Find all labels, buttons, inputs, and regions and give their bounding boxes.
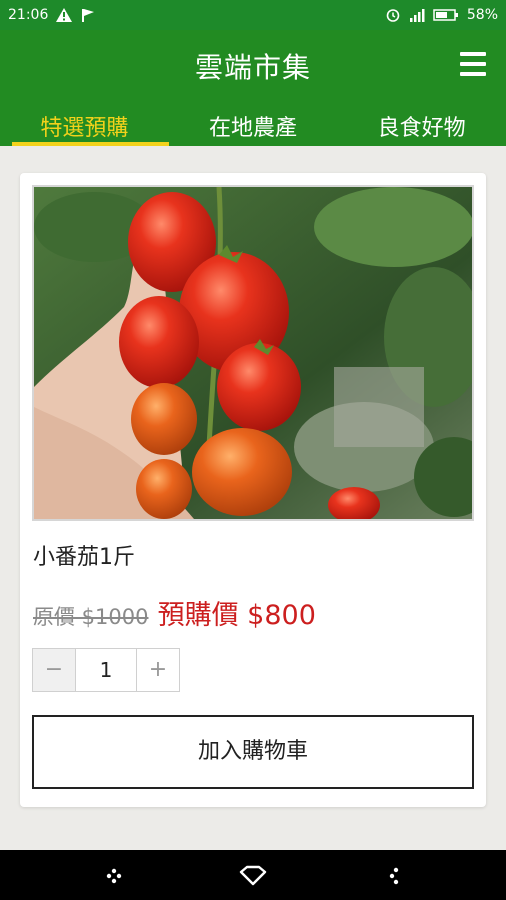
battery-icon <box>433 9 458 21</box>
signal-icon <box>409 9 425 22</box>
alarm-icon <box>386 9 400 22</box>
app-bar: 雲端市集 <box>0 30 506 98</box>
product-card: 小番茄1斤 原價 $1000 預購價 $800 − 1 + 加入購物車 <box>20 173 486 807</box>
status-time: 21:06 <box>8 7 49 23</box>
tab-local-produce[interactable]: 在地農產 <box>169 98 338 146</box>
battery-percent: 58% <box>466 7 498 23</box>
quantity-input[interactable]: 1 <box>75 649 137 691</box>
category-tabs: 特選預購 在地農產 良食好物 <box>0 98 506 146</box>
warning-icon <box>56 8 73 22</box>
product-image[interactable] <box>32 185 474 521</box>
tab-good-food[interactable]: 良食好物 <box>337 98 506 146</box>
add-to-cart-button[interactable]: 加入購物車 <box>32 715 474 789</box>
flag-icon <box>82 9 95 22</box>
preorder-price: 預購價 $800 <box>157 600 316 631</box>
system-nav-bar <box>0 850 506 900</box>
price-row: 原價 $1000 預購價 $800 <box>33 593 316 632</box>
decrease-button[interactable]: − <box>33 649 75 691</box>
product-name: 小番茄1斤 <box>33 545 135 570</box>
app-title: 雲端市集 <box>194 51 311 84</box>
original-price: 原價 $1000 <box>33 605 149 629</box>
tab-featured-preorder[interactable]: 特選預購 <box>0 98 169 146</box>
status-bar: 21:06 58% <box>0 0 506 30</box>
home-icon[interactable] <box>239 862 267 890</box>
recent-apps-icon[interactable] <box>380 862 408 890</box>
hamburger-menu-icon[interactable] <box>460 52 486 76</box>
increase-button[interactable]: + <box>137 649 179 691</box>
quantity-stepper: − 1 + <box>32 648 180 692</box>
back-icon[interactable] <box>100 862 128 890</box>
